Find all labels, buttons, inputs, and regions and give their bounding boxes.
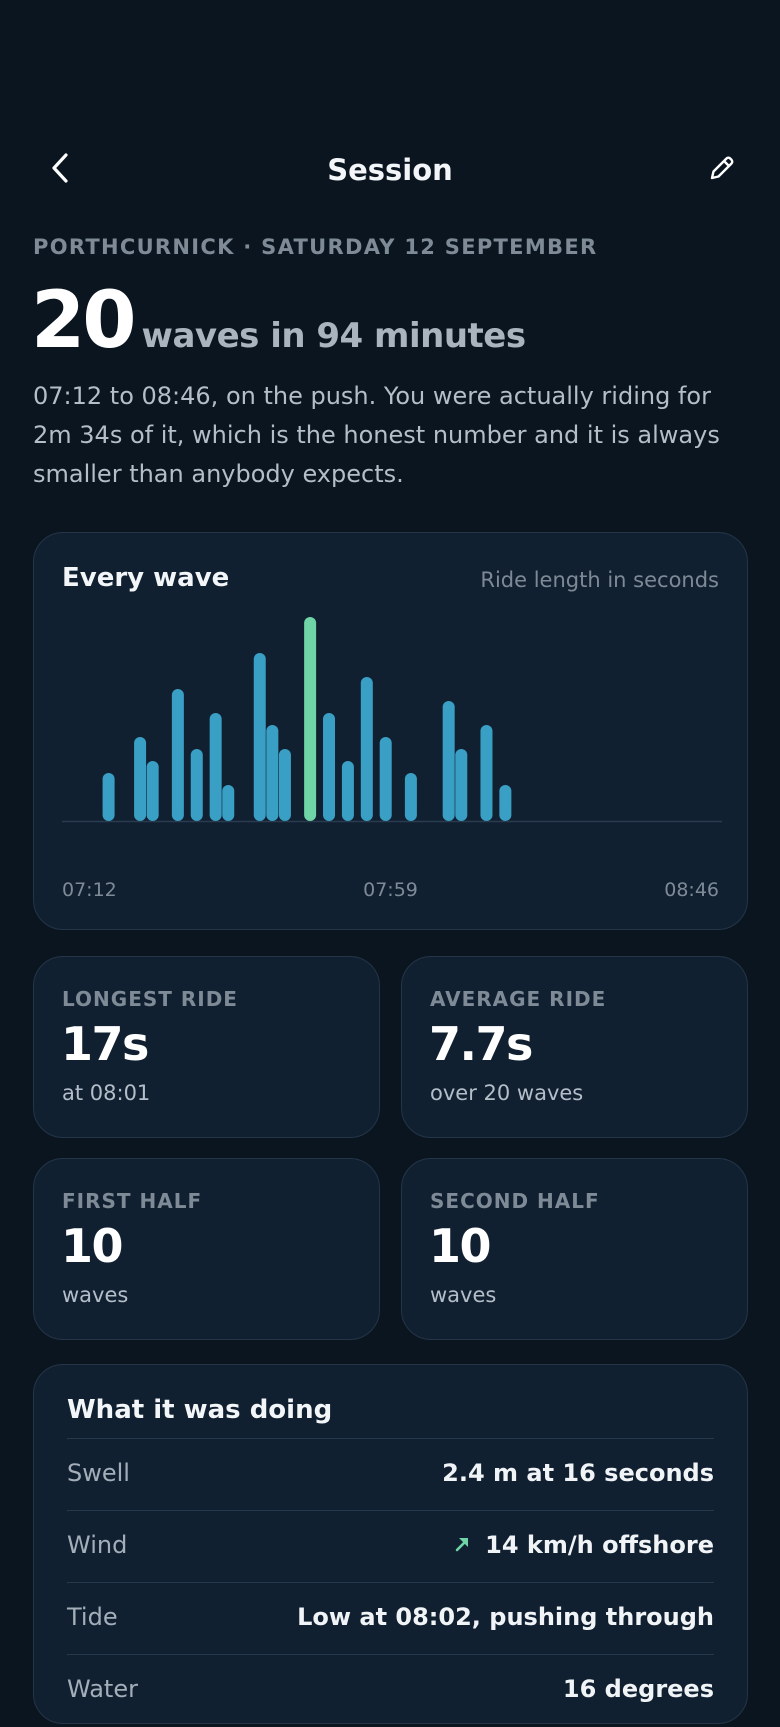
stat-label: LONGEST RIDE (62, 987, 238, 1011)
stat-sub: waves (62, 1283, 129, 1307)
wave-bar[interactable] (455, 749, 468, 821)
wave-bar[interactable] (190, 749, 203, 821)
wave-bar[interactable] (146, 761, 159, 821)
wave-bar-longest[interactable] (304, 617, 317, 821)
condition-row-water: Water 16 degrees (67, 1654, 714, 1727)
wave-count-label: waves in 94 minutes (141, 316, 527, 356)
wave-bar[interactable] (379, 737, 392, 821)
condition-row-swell: Swell 2.4 m at 16 seconds (67, 1438, 714, 1511)
wave-bar[interactable] (404, 773, 417, 821)
chart-title: Every wave (62, 563, 230, 593)
condition-key: Wind (67, 1531, 128, 1559)
wave-bar[interactable] (253, 653, 266, 821)
stat-value: 17s (61, 1017, 149, 1071)
wave-bar[interactable] (360, 677, 373, 821)
stat-sub: over 20 waves (430, 1081, 584, 1105)
conditions-card: What it was doing Swell 2.4 m at 16 seco… (33, 1364, 748, 1724)
stat-value: 10 (61, 1219, 124, 1273)
condition-value-text: 14 km/h offshore (485, 1531, 714, 1559)
edit-button[interactable] (702, 150, 742, 190)
condition-value: 16 degrees (563, 1675, 714, 1703)
condition-value-text: 16 degrees (562, 1675, 714, 1703)
condition-value: 14 km/h offshore (453, 1531, 714, 1559)
stat-card-second-half: SECOND HALF 10 waves (401, 1158, 748, 1340)
session-summary: 07:12 to 08:46, on the push. You were ac… (33, 382, 720, 488)
wave-bar[interactable] (480, 725, 493, 821)
condition-key: Tide (67, 1603, 118, 1631)
page-title: Session (327, 153, 453, 187)
condition-row-wind: Wind 14 km/h offshore (67, 1510, 714, 1583)
top-bar: Session (0, 140, 780, 200)
chart-subtitle: Ride length in seconds (480, 568, 719, 592)
waves-chart-card: Every wave Ride length in seconds 07:12 … (33, 532, 748, 930)
condition-value: 2.4 m at 16 seconds (442, 1459, 714, 1487)
wave-bar[interactable] (222, 785, 235, 821)
stat-sub: at 08:01 (62, 1081, 151, 1105)
wave-bar[interactable] (134, 737, 147, 821)
session-location-date: PORTHCURNICK · SATURDAY 12 SEPTEMBER (33, 235, 598, 259)
wave-bar[interactable] (102, 773, 115, 821)
conditions-title: What it was doing (67, 1395, 333, 1425)
wind-direction-arrow-icon (453, 1531, 471, 1559)
condition-key: Swell (67, 1459, 130, 1487)
condition-row-tide: Tide Low at 08:02, pushing through (67, 1582, 714, 1655)
wave-bar-chart (62, 617, 722, 823)
wave-count: 20 (31, 276, 137, 366)
stat-value: 10 (429, 1219, 492, 1273)
pencil-icon (707, 153, 737, 187)
wave-bar[interactable] (341, 761, 354, 821)
wave-bar[interactable] (171, 689, 184, 821)
stat-label: SECOND HALF (430, 1189, 600, 1213)
wave-bar[interactable] (266, 725, 279, 821)
condition-value: Low at 08:02, pushing through (297, 1603, 714, 1631)
x-tick-mid: 07:59 (363, 879, 418, 901)
stat-card-longest-ride: LONGEST RIDE 17s at 08:01 (33, 956, 380, 1138)
condition-value-text: 2.4 m at 16 seconds (442, 1459, 714, 1487)
stat-label: FIRST HALF (62, 1189, 203, 1213)
session-headline: 20 waves in 94 minutes (31, 282, 526, 360)
condition-value-text: Low at 08:02, pushing through (297, 1603, 714, 1631)
wave-bar[interactable] (278, 749, 291, 821)
stat-card-first-half: FIRST HALF 10 waves (33, 1158, 380, 1340)
stat-card-average-ride: AVERAGE RIDE 7.7s over 20 waves (401, 956, 748, 1138)
stat-label: AVERAGE RIDE (430, 987, 607, 1011)
wave-bar[interactable] (499, 785, 512, 821)
condition-key: Water (67, 1675, 138, 1703)
wave-bar[interactable] (209, 713, 222, 821)
wave-bar[interactable] (442, 701, 455, 821)
stat-value: 7.7s (429, 1017, 533, 1071)
x-tick-end: 08:46 (664, 879, 719, 901)
wave-bar[interactable] (323, 713, 336, 821)
stat-sub: waves (430, 1283, 497, 1307)
